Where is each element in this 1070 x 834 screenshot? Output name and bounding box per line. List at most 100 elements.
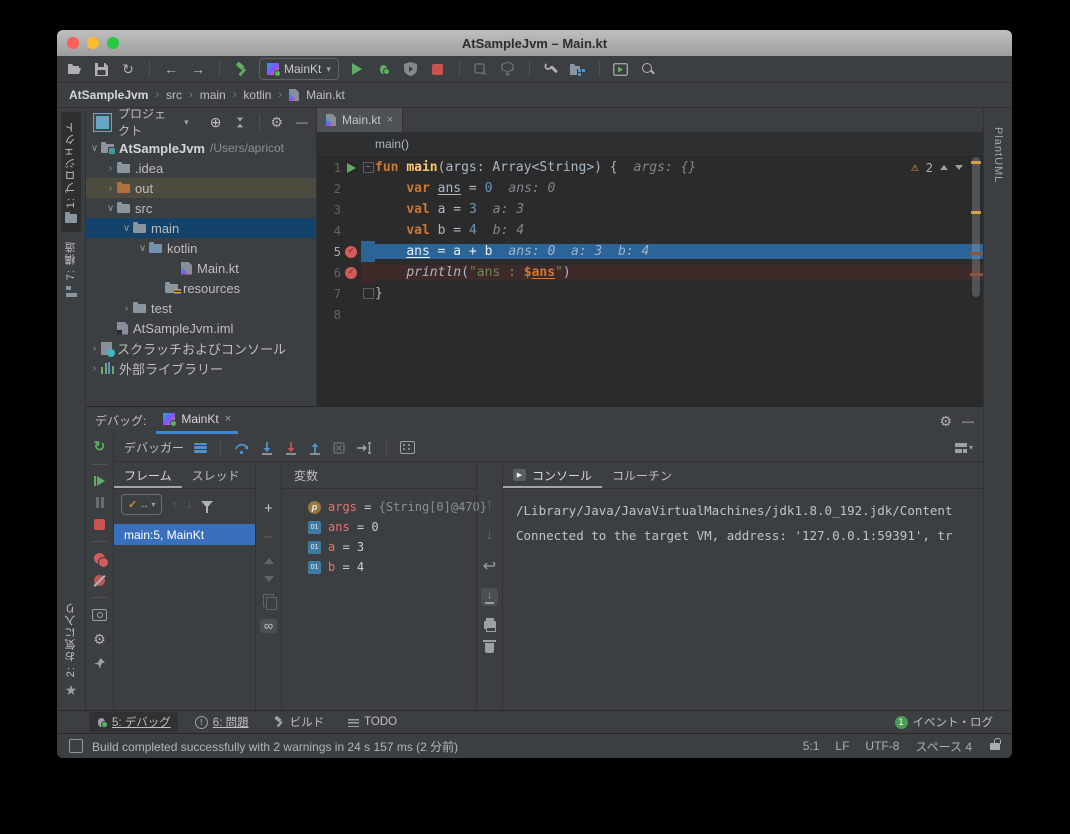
status-message[interactable]: Build completed successfully with 2 warn… [92,738,458,755]
lock-icon[interactable] [990,743,1000,750]
toolwindow-tab-problems[interactable]: ! 6: 問題 [188,712,256,732]
forward-icon[interactable]: → [189,60,207,78]
variable-row[interactable]: 01 a = 3 [282,537,476,557]
line-number[interactable]: 1 [317,161,341,175]
tree-item[interactable]: › 外部ライブラリー [86,358,316,378]
scroll-up-icon[interactable]: ↑ [486,496,494,514]
line-number[interactable]: 4 [317,224,341,238]
line-separator[interactable]: LF [835,739,849,753]
breakpoint-icon[interactable]: ✓ [345,267,357,279]
warning-stripe-mark[interactable] [971,161,981,164]
tab-console[interactable]: ▶ コンソール [503,462,602,488]
clear-console-icon[interactable] [485,643,494,653]
collapse-all-icon[interactable] [236,117,244,128]
code-area[interactable]: 1 − fun main(args: Array<String>) {args:… [317,155,983,406]
stripe-button-plantuml[interactable]: PlantUML [990,118,1006,192]
step-over-icon[interactable] [234,441,250,455]
debug-button[interactable] [375,60,393,78]
tab-threads[interactable]: スレッド [182,462,250,488]
prev-warning-icon[interactable] [940,165,948,170]
toolwindow-tab-build[interactable]: ビルド [266,712,332,732]
stripe-button-structure[interactable]: 7: 構造 [61,232,81,306]
run-button[interactable] [348,60,366,78]
soft-wrap-icon[interactable]: ↩ [483,556,496,576]
view-breakpoints-icon[interactable] [94,553,105,564]
tree-arrow[interactable]: › [88,363,101,374]
tree-arrow[interactable]: ∨ [104,203,117,214]
scroll-to-end-icon[interactable]: ↓ [481,588,498,606]
remove-watch-icon[interactable]: − [264,529,273,546]
scroll-down-icon[interactable]: ↓ [486,526,494,544]
build-hammer-icon[interactable] [232,60,250,78]
show-watches-icon[interactable]: ∞ [260,619,277,633]
debugger-tab-label[interactable]: デバッガー [124,439,184,456]
coverage-button[interactable] [402,60,420,78]
variable-row[interactable]: 01 ans = 0 [282,517,476,537]
breadcrumb-src[interactable]: src [166,88,182,102]
chevron-down-icon[interactable]: ▾ [184,117,189,128]
back-icon[interactable]: ← [162,60,180,78]
tree-arrow[interactable]: › [120,303,133,314]
tree-arrow[interactable]: › [88,343,101,354]
print-icon[interactable] [484,621,496,629]
fold-icon[interactable] [363,288,374,299]
project-panel-title[interactable]: プロジェクト [118,108,177,139]
line-number[interactable]: 2 [317,182,341,196]
stop-button[interactable] [429,60,447,78]
gutter[interactable] [341,163,361,173]
open-icon[interactable] [65,60,83,78]
add-watch-icon[interactable]: + [264,500,273,517]
duplicate-watch-icon[interactable] [263,594,274,607]
line-number[interactable]: 8 [317,308,341,322]
debug-settings-gear-icon[interactable]: ⚙ [93,632,106,646]
breakpoint-icon[interactable]: ✓ [345,246,357,258]
filter-icon[interactable] [201,501,213,508]
gear-icon[interactable]: ⚙ [270,115,283,129]
file-encoding[interactable]: UTF-8 [865,739,899,753]
drop-frame-icon[interactable] [332,441,346,455]
evaluate-expression-icon[interactable] [400,441,415,454]
run-configuration-select[interactable]: MainKt ▾ [259,58,339,80]
caret-position[interactable]: 5:1 [803,739,820,753]
breadcrumb-file[interactable]: Main.kt [306,88,345,102]
pin-icon[interactable] [93,657,106,670]
project-structure-icon[interactable] [569,60,587,78]
zoom-window-button[interactable] [107,37,119,49]
mute-breakpoints-icon[interactable] [94,575,105,586]
tree-item-selected[interactable]: ∨ main [86,218,316,238]
breakpoint-stripe-mark[interactable] [970,252,983,255]
editor-context-line[interactable]: main() [317,133,983,155]
gutter[interactable]: ✓ [341,267,361,279]
editor-tab-mainkt[interactable]: Main.kt × [317,108,403,132]
fold-icon[interactable]: − [363,162,374,173]
minimize-window-button[interactable] [87,37,99,49]
tab-frames[interactable]: フレーム [114,462,182,488]
sync-icon[interactable]: ↻ [119,60,137,78]
close-tab-icon[interactable]: × [387,114,393,126]
save-icon[interactable] [92,60,110,78]
tree-item[interactable]: resources [86,278,316,298]
run-to-cursor-icon[interactable] [356,441,373,455]
toolwindow-switcher-icon[interactable] [69,739,83,753]
gear-icon[interactable]: ⚙ [939,414,952,428]
breakpoint-stripe-mark[interactable] [970,273,983,276]
tree-arrow[interactable]: › [104,163,117,174]
warning-stripe-mark[interactable] [971,211,981,214]
console-output[interactable]: /Library/Java/JavaVirtualMachines/jdk1.8… [503,489,983,548]
inspections-widget[interactable]: ⚠ 2 [911,160,963,175]
tree-arrow[interactable]: ∨ [120,223,133,234]
tree-item[interactable]: › スクラッチおよびコンソール [86,338,316,358]
run-anything-icon[interactable] [612,60,630,78]
variable-row[interactable]: p args = {String[0]@470} [282,497,476,517]
close-window-button[interactable] [67,37,79,49]
hide-panel-icon[interactable]: — [962,414,974,428]
tree-item[interactable]: › .idea [86,158,316,178]
line-number[interactable]: 3 [317,203,341,217]
move-watch-up-icon[interactable] [264,558,274,564]
editor-scrollbar[interactable] [969,155,983,406]
close-session-icon[interactable]: × [225,413,231,425]
tree-item[interactable]: ∨ AtSampleJvm /Users/apricot [86,138,316,158]
thread-selector[interactable]: ✓ .. ▾ [121,494,162,515]
next-frame-icon[interactable]: ↓ [186,497,192,511]
next-warning-icon[interactable] [955,165,963,170]
